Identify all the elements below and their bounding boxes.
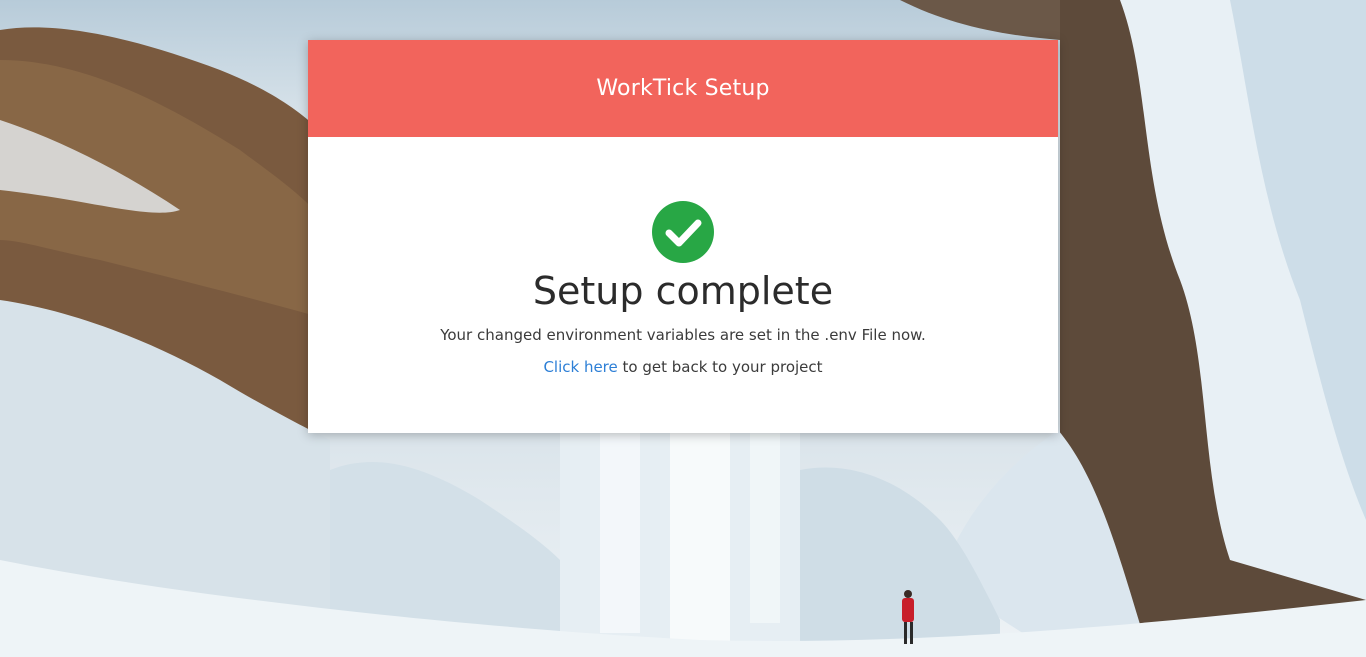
back-link-suffix: to get back to your project xyxy=(617,358,823,376)
check-circle-icon xyxy=(652,201,714,263)
back-to-project-link[interactable]: Click here xyxy=(543,358,617,376)
app-title: WorkTick Setup xyxy=(596,76,770,101)
card-body: Setup complete Your changed environment … xyxy=(308,137,1058,377)
setup-card: WorkTick Setup Setup complete Your chang… xyxy=(308,40,1058,433)
back-link-line: Click here to get back to your project xyxy=(308,357,1058,377)
status-message: Your changed environment variables are s… xyxy=(440,326,926,344)
status-heading: Setup complete xyxy=(532,269,834,313)
card-header: WorkTick Setup xyxy=(308,40,1058,137)
